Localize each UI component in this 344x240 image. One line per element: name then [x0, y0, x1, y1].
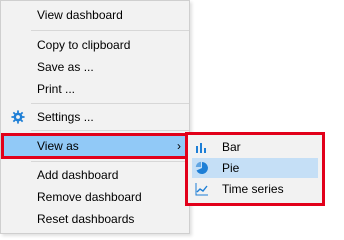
menu-item-add-dashboard[interactable]: Add dashboard [2, 165, 188, 185]
menu-item-label: Copy to clipboard [37, 38, 131, 52]
context-menu: View dashboard Copy to clipboard Save as… [0, 0, 190, 234]
menu-item-reset-dashboards[interactable]: Reset dashboards [2, 209, 188, 229]
menu-separator [31, 161, 189, 162]
menu-item-settings[interactable]: Settings ... [2, 107, 188, 127]
menu-item-label: Print ... [37, 82, 76, 96]
menu-item-copy-to-clipboard[interactable]: Copy to clipboard [2, 35, 188, 55]
menu-item-label: View as [37, 139, 79, 153]
menu-separator [31, 130, 189, 131]
submenu-highlight-frame [185, 132, 325, 206]
chevron-right-icon: › [177, 139, 181, 153]
menu-item-view-as[interactable]: View as › [1, 133, 189, 159]
menu-item-label: View dashboard [37, 8, 123, 22]
gear-icon [11, 110, 25, 124]
menu-item-print[interactable]: Print ... [2, 79, 188, 99]
menu-item-label: Settings ... [37, 110, 94, 124]
menu-item-save-as[interactable]: Save as ... [2, 57, 188, 77]
menu-separator [31, 103, 189, 104]
menu-item-label: Add dashboard [37, 168, 119, 182]
menu-item-label: Remove dashboard [37, 190, 142, 204]
menu-item-label: Save as ... [37, 60, 94, 74]
menu-item-view-dashboard[interactable]: View dashboard [2, 5, 188, 25]
menu-separator [31, 30, 189, 31]
menu-item-label: Reset dashboards [37, 212, 135, 226]
menu-item-remove-dashboard[interactable]: Remove dashboard [2, 187, 188, 207]
